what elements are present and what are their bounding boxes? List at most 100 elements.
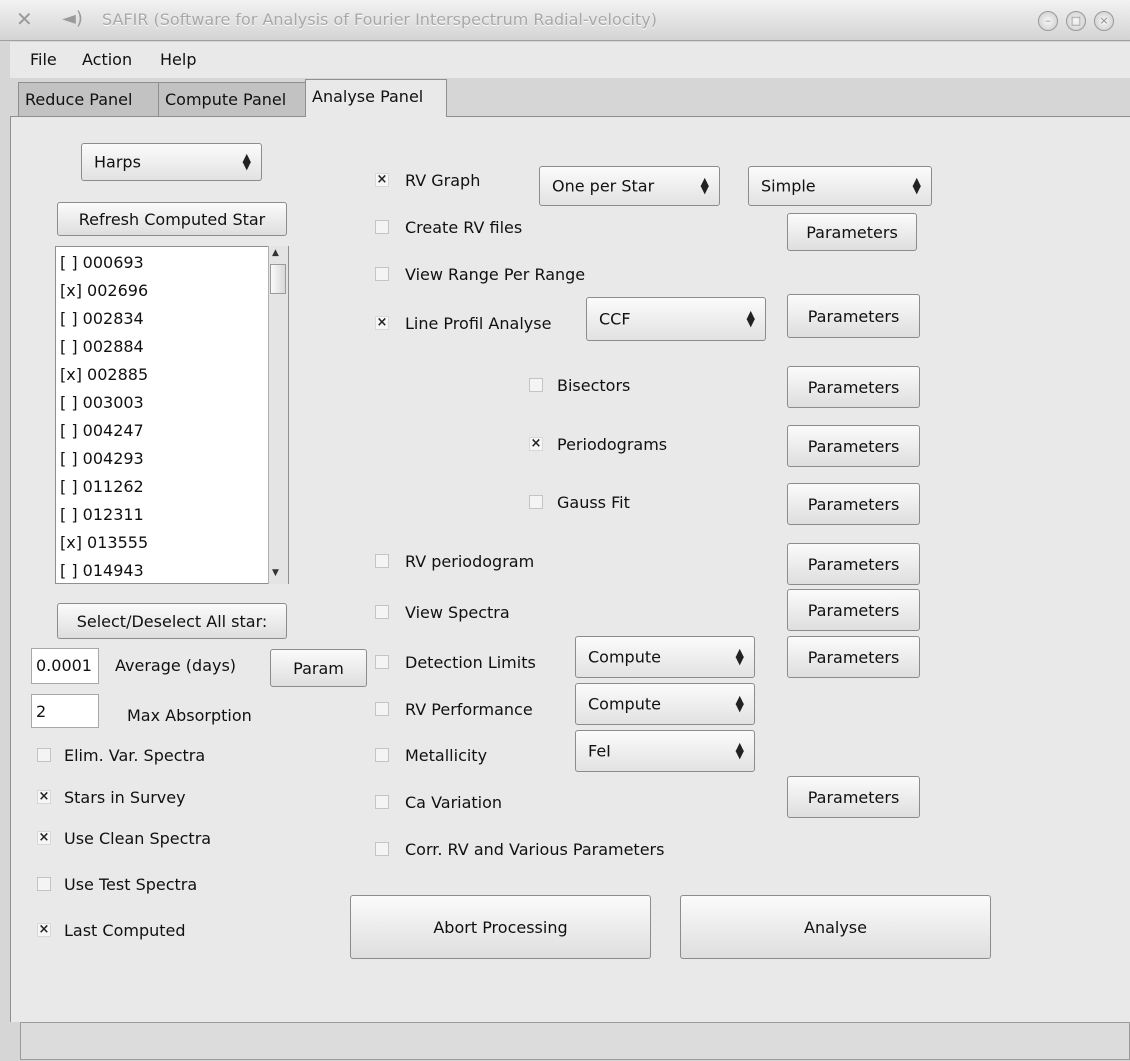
corr-rv-checkbox[interactable]: [375, 842, 389, 856]
max-absorption-label: Max Absorption: [127, 706, 252, 725]
rv-graph-mode-select[interactable]: One per Star ▲ ▼: [539, 166, 720, 206]
close-button[interactable]: ×: [1094, 11, 1114, 31]
bisectors-parameters-button[interactable]: Parameters: [787, 366, 920, 408]
combo-arrows-icon: ▲ ▼: [735, 693, 744, 714]
gauss-fit-label: Gauss Fit: [557, 493, 630, 512]
use-clean-spectra-checkbox[interactable]: ×: [37, 831, 51, 845]
line-profil-checkbox[interactable]: ×: [375, 316, 389, 330]
metallicity-checkbox[interactable]: [375, 748, 389, 762]
scrollbar-thumb[interactable]: [270, 264, 286, 294]
star-list[interactable]: [ ] 000693 [x] 002696 [ ] 002834 [ ] 002…: [55, 246, 289, 584]
view-spectra-parameters-button[interactable]: Parameters: [787, 589, 920, 631]
combo-arrows-icon: ▲ ▼: [746, 308, 755, 329]
combo-arrows-icon: ▲ ▼: [735, 646, 744, 667]
stars-in-survey-label: Stars in Survey: [64, 788, 186, 807]
select-deselect-all-button[interactable]: Select/Deselect All star:: [57, 603, 287, 639]
speaker-icon: ◄): [62, 8, 83, 29]
abort-processing-button[interactable]: Abort Processing: [350, 895, 651, 959]
app-icon: ✕: [16, 7, 33, 31]
rv-performance-value: Compute: [588, 694, 661, 714]
metallicity-element-select[interactable]: FeI ▲ ▼: [575, 730, 755, 772]
use-test-spectra-label: Use Test Spectra: [64, 875, 198, 894]
periodograms-label: Periodograms: [557, 435, 668, 454]
list-item[interactable]: [ ] 004293: [60, 449, 144, 468]
periodograms-parameters-button[interactable]: Parameters: [787, 425, 920, 467]
view-range-checkbox[interactable]: [375, 267, 389, 281]
rv-periodogram-parameters-button[interactable]: Parameters: [787, 543, 920, 585]
create-rv-files-checkbox[interactable]: [375, 220, 389, 234]
title-bar: ✕ ◄) SAFIR (Software for Analysis of Fou…: [0, 0, 1130, 41]
line-profil-parameters-button[interactable]: Parameters: [787, 294, 920, 338]
ca-variation-parameters-button[interactable]: Parameters: [787, 776, 920, 818]
rv-graph-label: RV Graph: [405, 171, 481, 190]
use-clean-spectra-label: Use Clean Spectra: [64, 829, 212, 848]
rv-performance-checkbox[interactable]: [375, 702, 389, 716]
rv-performance-select[interactable]: Compute ▲ ▼: [575, 683, 755, 725]
scroll-down-arrow-icon[interactable]: ▼: [272, 568, 279, 578]
gauss-fit-checkbox[interactable]: [529, 495, 543, 509]
list-item[interactable]: [ ] 002884: [60, 337, 144, 356]
list-item[interactable]: [ ] 003003: [60, 393, 144, 412]
list-item[interactable]: [ ] 014943: [60, 561, 144, 580]
ca-variation-label: Ca Variation: [405, 793, 503, 812]
menu-action[interactable]: Action: [82, 50, 132, 69]
tab-analyse-panel[interactable]: Analyse Panel: [305, 79, 447, 117]
last-computed-checkbox[interactable]: ×: [37, 923, 51, 937]
list-item[interactable]: [ ] 004247: [60, 421, 144, 440]
corr-rv-label: Corr. RV and Various Parameters: [405, 840, 665, 859]
instrument-select[interactable]: Harps ▲ ▼: [81, 143, 262, 181]
analyse-button[interactable]: Analyse: [680, 895, 991, 959]
rv-graph-style-select[interactable]: Simple ▲ ▼: [748, 166, 932, 206]
menu-help[interactable]: Help: [160, 50, 196, 69]
star-list-scrollbar[interactable]: ▲ ▼: [268, 246, 288, 584]
menu-bar: File Action Help: [10, 42, 1130, 78]
combo-arrows-icon: ▲ ▼: [735, 740, 744, 761]
metallicity-element-value: FeI: [588, 741, 611, 761]
ca-variation-checkbox[interactable]: [375, 795, 389, 809]
menu-file[interactable]: File: [30, 50, 57, 69]
bisectors-label: Bisectors: [557, 376, 631, 395]
maximize-button[interactable]: □: [1066, 11, 1086, 31]
status-bar: [20, 1022, 1130, 1060]
combo-arrows-icon: ▲ ▼: [912, 175, 921, 196]
bisectors-checkbox[interactable]: [529, 378, 543, 392]
rv-periodogram-checkbox[interactable]: [375, 554, 389, 568]
refresh-computed-star-button[interactable]: Refresh Computed Star: [57, 202, 287, 236]
list-item[interactable]: [ ] 012311: [60, 505, 144, 524]
use-test-spectra-checkbox[interactable]: [37, 877, 51, 891]
list-item[interactable]: [x] 002885: [60, 365, 148, 384]
line-profil-method-value: CCF: [599, 309, 631, 329]
list-item[interactable]: [ ] 011262: [60, 477, 144, 496]
tab-compute-panel[interactable]: Compute Panel: [158, 82, 306, 116]
detection-limits-checkbox[interactable]: [375, 655, 389, 669]
line-profil-method-select[interactable]: CCF ▲ ▼: [586, 297, 766, 341]
minimize-button[interactable]: –: [1038, 11, 1058, 31]
view-range-label: View Range Per Range: [405, 265, 586, 284]
rv-periodogram-label: RV periodogram: [405, 552, 535, 571]
instrument-value: Harps: [94, 152, 141, 172]
combo-arrows-icon: ▲ ▼: [700, 175, 709, 196]
create-rv-files-parameters-button[interactable]: Parameters: [787, 213, 917, 251]
combo-arrows-icon: ▲ ▼: [242, 151, 251, 172]
list-item[interactable]: [x] 013555: [60, 533, 148, 552]
detection-limits-parameters-button[interactable]: Parameters: [787, 636, 920, 678]
periodograms-checkbox[interactable]: ×: [529, 437, 543, 451]
detection-limits-select[interactable]: Compute ▲ ▼: [575, 636, 755, 678]
stars-in-survey-checkbox[interactable]: ×: [37, 790, 51, 804]
line-profil-label: Line Profil Analyse: [405, 314, 552, 333]
detection-limits-label: Detection Limits: [405, 653, 536, 672]
view-spectra-checkbox[interactable]: [375, 605, 389, 619]
average-days-input[interactable]: 0.0001: [31, 648, 99, 684]
elim-var-spectra-checkbox[interactable]: [37, 748, 51, 762]
param-button[interactable]: Param: [270, 649, 367, 687]
list-item[interactable]: [ ] 002834: [60, 309, 144, 328]
rv-graph-style-value: Simple: [761, 176, 816, 196]
rv-graph-checkbox[interactable]: ×: [375, 173, 389, 187]
gauss-fit-parameters-button[interactable]: Parameters: [787, 483, 920, 525]
list-item[interactable]: [ ] 000693: [60, 253, 144, 272]
list-item[interactable]: [x] 002696: [60, 281, 148, 300]
tab-reduce-panel[interactable]: Reduce Panel: [18, 82, 159, 116]
scroll-up-arrow-icon[interactable]: ▲: [272, 248, 279, 258]
view-spectra-label: View Spectra: [405, 603, 510, 622]
max-absorption-input[interactable]: 2: [31, 694, 99, 728]
